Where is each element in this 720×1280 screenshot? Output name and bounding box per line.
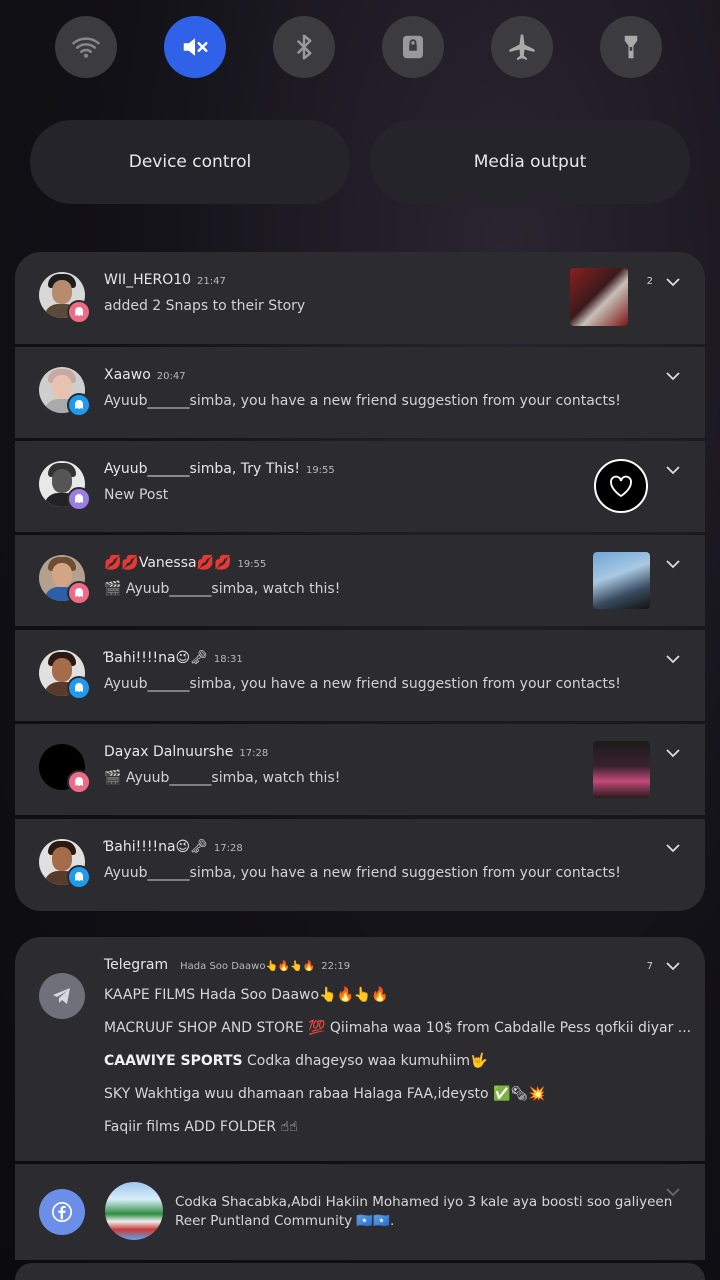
notification-time: 21:47 (197, 276, 226, 287)
snapchat-badge (67, 300, 91, 324)
notification-body: Ayuub______simba, you have a new friend … (104, 393, 621, 409)
media-output-label: Media output (473, 152, 587, 172)
telegram-message: CAAWIYE SPORTS Codka dhageyso waa kumuhi… (104, 1053, 488, 1069)
notification-body: Ayuub______simba, you have a new friend … (104, 865, 621, 881)
snapchat-badge (67, 676, 91, 700)
heart-thumbnail (594, 459, 648, 513)
notification-card[interactable]: 💋💋Vanessa💋💋 19:55 🎬 Ayuub______simba, wat… (15, 535, 705, 626)
wifi-icon (72, 37, 100, 58)
notification-body: added 2 Snaps to their Story (104, 298, 306, 314)
facebook-message: Codka Shacabka,Abdi Hakiin Mohamed iyo 3… (175, 1194, 673, 1210)
chevron-down-icon[interactable] (665, 651, 681, 667)
notification-body: Ayuub______simba, you have a new friend … (104, 676, 621, 692)
chevron-down-icon[interactable] (665, 840, 681, 856)
chevron-down-icon[interactable] (665, 556, 681, 572)
facebook-icon (52, 1202, 72, 1222)
notification-count: 2 (646, 276, 653, 287)
chevron-down-icon[interactable] (665, 745, 681, 761)
notification-time: 17:28 (239, 748, 269, 759)
media-output-button[interactable]: Media output (370, 120, 690, 204)
notification-time: 19:55 (305, 465, 335, 476)
notification-card[interactable]: Xaawo 20:47 Ayuub______simba, you have a … (15, 347, 705, 438)
notification-time: 17:28 (213, 843, 243, 854)
notification-card[interactable]: Ɓahi!!!!na😉🗝 17:28 Ayuub______simba, you … (15, 819, 705, 911)
notification-title: Xaawo 20:47 (104, 367, 186, 383)
flashlight-icon (624, 35, 638, 59)
notification-title: Ɓahi!!!!na😉🗝 17:28 (104, 839, 243, 855)
quick-settings-row (55, 16, 662, 78)
telegram-message: MACRUUF SHOP AND STORE 💯 Qiimaha waa 10$… (104, 1020, 692, 1036)
notification-title: Dayax Dalnuurshe 17:28 (104, 744, 269, 760)
telegram-message: KAAPE FILMS Hada Soo Daawo👆🔥👆🔥 (104, 987, 389, 1003)
airplane-icon (509, 34, 535, 61)
chevron-down-icon[interactable] (665, 462, 681, 478)
notification-title: Telegram Hada Soo Daawo👆🔥👆🔥 22:19 (104, 957, 351, 973)
telegram-message: Faqiir films ADD FOLDER ☝☝ (104, 1119, 298, 1135)
bluetooth-icon (296, 34, 312, 60)
notification-time: 19:55 (237, 559, 267, 570)
ghost-icon (75, 494, 83, 503)
notification-time: 20:47 (156, 371, 186, 382)
snapchat-badge (67, 581, 91, 605)
ghost-icon (75, 683, 83, 692)
telegram-icon (53, 988, 70, 1004)
snapchat-badge (67, 865, 91, 889)
notification-card[interactable]: WII_HERO10 21:47 added 2 Snaps to their S… (15, 252, 705, 344)
bluetooth-toggle[interactable] (273, 16, 335, 78)
telegram-message: SKY Wakhtiga wuu dhamaan rabaa Halaga FA… (104, 1086, 546, 1102)
notification-title: Ayuub______simba, Try This! 19:55 (104, 461, 335, 477)
video-thumbnail (593, 552, 650, 609)
device-control-label: Device control (128, 152, 252, 172)
story-thumbnail (570, 268, 628, 326)
ghost-icon (75, 400, 83, 409)
telegram-notification[interactable]: Telegram Hada Soo Daawo👆🔥👆🔥 22:19 7 KAAPE … (15, 937, 705, 1161)
notification-time: 18:31 (213, 654, 243, 665)
snapchat-badge (67, 393, 91, 417)
wifi-toggle[interactable] (55, 16, 117, 78)
chevron-down-icon[interactable] (665, 958, 681, 974)
mute-icon (183, 38, 208, 56)
notification-card[interactable]: Ayuub______simba, Try This! 19:55 New Pos… (15, 441, 705, 532)
mute-toggle[interactable] (164, 16, 226, 78)
page-avatar (105, 1182, 163, 1240)
flashlight-toggle[interactable] (600, 16, 662, 78)
notification-body: 🎬 Ayuub______simba, watch this! (104, 581, 341, 597)
ghost-icon (75, 307, 83, 316)
device-control-button[interactable]: Device control (30, 120, 350, 204)
facebook-notification[interactable]: Codka Shacabka,Abdi Hakiin Mohamed iyo 3… (15, 1164, 705, 1260)
notification-title: WII_HERO10 21:47 (104, 272, 226, 288)
ghost-icon (75, 588, 83, 597)
ghost-icon (75, 777, 83, 786)
notification-body: New Post (104, 487, 169, 503)
notification-card[interactable]: Dayax Dalnuurshe 17:28 🎬 Ayuub______simba… (15, 724, 705, 815)
telegram-subtitle: Hada Soo Daawo👆🔥👆🔥 (180, 961, 316, 972)
ghost-icon (75, 872, 83, 881)
video-thumbnail (593, 741, 650, 798)
lock-icon (403, 35, 423, 59)
heart-icon (610, 475, 632, 498)
facebook-app-icon (39, 1189, 85, 1235)
rotation-lock-toggle[interactable] (382, 16, 444, 78)
chevron-down-icon[interactable] (665, 274, 681, 290)
notification-title: Ɓahi!!!!na😉🗝 18:31 (104, 650, 243, 666)
notification-time: 22:19 (321, 961, 351, 972)
airplane-mode-toggle[interactable] (491, 16, 553, 78)
facebook-community: Reer Puntland Community 🇸🇴🇸🇴. (175, 1213, 395, 1229)
next-notification-peek (15, 1263, 705, 1280)
notification-count: 7 (646, 961, 653, 972)
chevron-down-icon[interactable] (665, 1184, 681, 1200)
snapchat-badge (67, 487, 91, 511)
notification-title: 💋💋Vanessa💋💋 19:55 (104, 555, 267, 571)
telegram-app-icon (39, 973, 85, 1019)
notification-card[interactable]: Ɓahi!!!!na😉🗝 18:31 Ayuub______simba, you … (15, 630, 705, 721)
chevron-down-icon[interactable] (665, 368, 681, 384)
snapchat-badge (67, 770, 91, 794)
notification-body: 🎬 Ayuub______simba, watch this! (104, 770, 341, 786)
